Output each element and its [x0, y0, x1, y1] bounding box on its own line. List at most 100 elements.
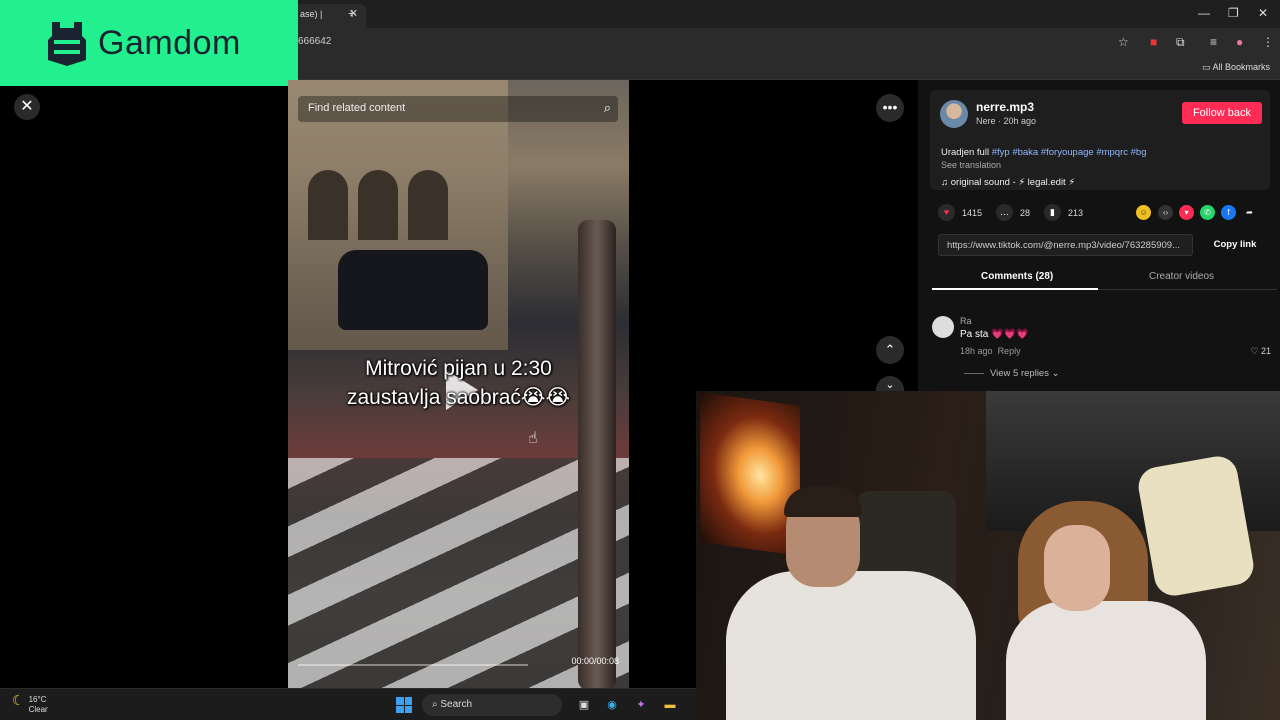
video-arch — [308, 170, 348, 240]
hashtag[interactable]: #mpqrc — [1096, 147, 1128, 158]
gamdom-overlay: Gamdom — [0, 0, 298, 86]
moon-icon: ☾ — [12, 692, 25, 708]
comment-like[interactable]: ♡ 21 — [1250, 346, 1271, 357]
search-icon[interactable]: ⌕ — [604, 100, 611, 116]
video-arch — [358, 170, 398, 240]
url-text[interactable]: 666642 — [298, 36, 331, 47]
chevron-down-icon: ⌄ — [1048, 368, 1060, 379]
weather-widget[interactable]: ☾ 16°C Clear — [12, 692, 48, 715]
previous-video-button[interactable]: ⌃ — [876, 336, 904, 364]
whatsapp-icon[interactable]: ✆ — [1200, 205, 1215, 220]
facebook-icon[interactable]: f — [1221, 205, 1236, 220]
folder-icon: ▭ — [1201, 62, 1213, 72]
copy-link-button[interactable]: Copy link — [1198, 234, 1272, 256]
find-related-search-input[interactable]: Find related content — [298, 96, 618, 122]
sound-link[interactable]: ♫ original sound - ⚡ legal.edit ⚡ — [941, 177, 1075, 188]
windows-start-icon[interactable] — [396, 697, 412, 713]
divider — [964, 372, 984, 374]
windows-taskbar: ☾ 16°C Clear ⌕ Search ▣ ◉ ✦ ▬ — [0, 688, 696, 720]
person-hair — [784, 487, 862, 517]
coin-icon[interactable]: ☺ — [1136, 205, 1151, 220]
active-tab-indicator — [932, 288, 1098, 290]
file-explorer-icon[interactable]: ▬ — [661, 696, 679, 714]
comment-like-count: 21 — [1260, 346, 1271, 356]
close-window-button[interactable]: ✕ — [1258, 6, 1268, 20]
media-control-icon[interactable]: ≡ — [1210, 35, 1217, 49]
taskbar-search[interactable]: ⌕ Search — [422, 694, 562, 716]
comment-user[interactable]: Ra — [960, 316, 972, 326]
likes-count: 1415 — [962, 208, 983, 218]
see-translation-link[interactable]: See translation — [941, 160, 1001, 170]
video-time: 00:00/00:08 — [571, 656, 619, 666]
video-progress-bar[interactable] — [298, 664, 528, 666]
tab-comments[interactable]: Comments (28) — [981, 271, 1053, 282]
list-item: Ra Pa sta 💗💗💗 18h ago Reply ♡ 21 View 5 … — [932, 312, 1277, 392]
comment-time: 18h ago — [960, 346, 993, 356]
close-viewer-button[interactable]: ✕ — [14, 94, 40, 120]
profile-icon[interactable]: ● — [1236, 35, 1243, 49]
gamdom-logo-icon — [48, 22, 86, 66]
video-link-field[interactable]: https://www.tiktok.com/@nerre.mp3/video/… — [938, 234, 1193, 256]
username[interactable]: nerre.mp3 — [976, 100, 1034, 114]
all-bookmarks-label: All Bookmarks — [1212, 62, 1270, 72]
next-video-button[interactable]: ⌄ — [876, 376, 904, 392]
webcam-person-right — [996, 501, 1236, 720]
person-face — [1044, 525, 1110, 611]
comments-count: 28 — [1020, 208, 1031, 218]
taskbar-search-label: Search — [440, 699, 473, 710]
extensions-puzzle-icon[interactable]: ⧉ — [1176, 35, 1185, 50]
heart-icon[interactable]: ♥ — [938, 204, 955, 221]
hashtag[interactable]: #baka — [1012, 147, 1038, 158]
weather-temp: 16°C — [28, 695, 47, 704]
comment-text: Pa sta 💗💗💗 — [960, 329, 1029, 340]
post-info-card: nerre.mp3 Nere · 20h ago Follow back Ura… — [930, 90, 1270, 190]
new-tab-button[interactable]: + — [348, 5, 356, 21]
avatar[interactable] — [940, 100, 968, 128]
heart-outline-icon: ♡ — [1250, 346, 1261, 356]
video-caption: Mitrović pijan u 2:30 zaustavlja saobrać… — [288, 354, 629, 412]
post-description: Uradjen full #fyp #baka #foryoupage #mpq… — [941, 147, 1147, 158]
person-body — [726, 571, 976, 720]
hashtag[interactable]: #fyp — [992, 147, 1010, 158]
hashtag[interactable]: #foryoupage — [1041, 147, 1094, 158]
video-player[interactable]: Find related content ⌕ Mitrović pijan u … — [288, 80, 629, 688]
avatar[interactable] — [932, 316, 954, 338]
edge-icon[interactable]: ◉ — [603, 696, 621, 714]
comment-icon[interactable]: … — [996, 204, 1013, 221]
engagement-bar: ♥ 1415 … 28 ▮ 213 ☺ ‹› ▾ ✆ f ➦ — [938, 204, 1268, 224]
video-arch — [408, 170, 448, 240]
tab-creator-videos[interactable]: Creator videos — [1149, 271, 1214, 282]
copilot-icon[interactable]: ✦ — [632, 696, 650, 714]
bookmark-icon[interactable]: ▮ — [1044, 204, 1061, 221]
post-panel: nerre.mp3 Nere · 20h ago Follow back Ura… — [918, 80, 1280, 392]
panel-tabs: Comments (28) Creator videos — [932, 266, 1277, 290]
restore-button[interactable]: ❐ — [1228, 6, 1239, 20]
menu-kebab-icon[interactable]: ⋮ — [1262, 35, 1274, 49]
view-replies-button[interactable]: View 5 replies ⌄ — [964, 368, 1060, 379]
webcam-overlay — [696, 391, 1280, 720]
caption-line-1: Mitrović pijan u 2:30 — [365, 357, 552, 380]
music-note-icon: ♫ — [941, 177, 951, 188]
mouse-cursor-icon: ☝ — [528, 430, 538, 447]
all-bookmarks-link[interactable]: ▭ All Bookmarks — [1202, 62, 1270, 73]
post-meta: Nere · 20h ago — [976, 116, 1037, 126]
gamdom-brand-text: Gamdom — [98, 23, 241, 62]
embed-icon[interactable]: ‹› — [1158, 205, 1173, 220]
more-options-button[interactable]: ••• — [876, 94, 904, 122]
webcam-person-left — [726, 487, 986, 720]
minimize-button[interactable]: — — [1198, 6, 1210, 20]
comment-meta: 18h ago Reply — [960, 346, 1021, 356]
hashtag[interactable]: #bg — [1131, 147, 1147, 158]
video-pole — [578, 220, 616, 688]
reply-button[interactable]: Reply — [998, 346, 1021, 356]
caption-line-2: zaustavlja saobrać😭😭 — [346, 386, 570, 409]
bookmark-star-icon[interactable]: ☆ — [1118, 35, 1129, 49]
video-car — [338, 250, 488, 330]
view-replies-label: View 5 replies — [990, 368, 1049, 379]
tab-title: ase) | — [300, 9, 323, 19]
send-icon[interactable]: ▾ — [1179, 205, 1194, 220]
extension-icon[interactable]: ■ — [1150, 35, 1157, 49]
task-view-icon[interactable]: ▣ — [575, 696, 593, 714]
share-arrow-icon[interactable]: ➦ — [1242, 205, 1257, 220]
follow-back-button[interactable]: Follow back — [1182, 102, 1262, 124]
